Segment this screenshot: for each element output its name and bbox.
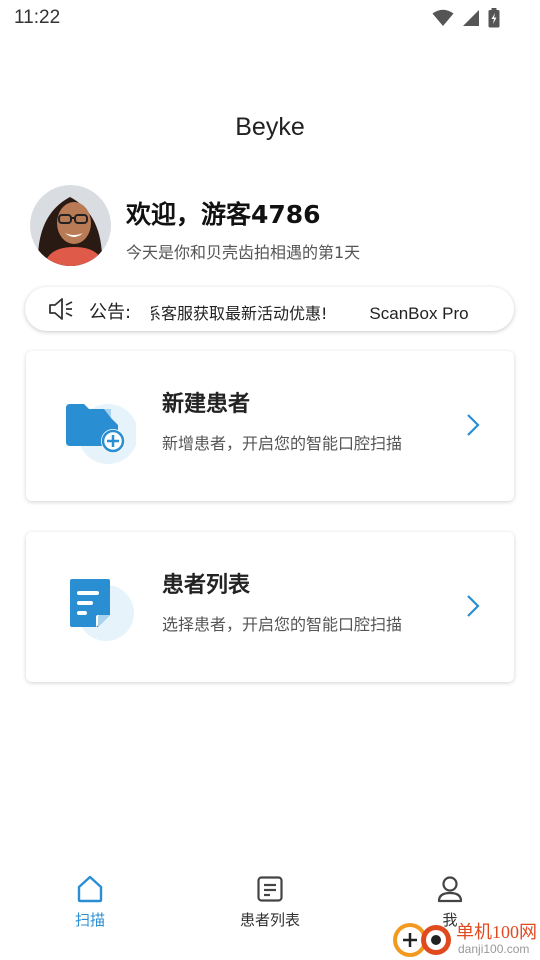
watermark: 单机100网 danji100.com <box>390 915 540 960</box>
tab-scan-label: 扫描 <box>74 911 105 929</box>
patient-list-title: 患者列表 <box>162 573 251 598</box>
notice-text-secondary: ScanBox Pro <box>369 304 469 323</box>
list-icon <box>257 876 283 902</box>
home-icon <box>77 875 103 903</box>
watermark-name: 单机100网 <box>456 922 537 942</box>
status-bar: 11:22 <box>0 0 540 36</box>
chevron-right-icon <box>467 595 480 617</box>
patient-list-card[interactable]: 患者列表 选择患者，开启您的智能口腔扫描 <box>26 532 514 682</box>
new-patient-card[interactable]: 新建患者 新增患者，开启您的智能口腔扫描 <box>26 351 514 501</box>
welcome-subtitle: 今天是你和贝壳齿拍相遇的第1天 <box>126 243 361 262</box>
speaker-icon <box>49 298 73 320</box>
new-patient-title: 新建患者 <box>162 392 251 417</box>
status-time: 11:22 <box>14 7 61 28</box>
tab-scan[interactable]: 扫描 <box>30 874 150 930</box>
watermark-url: danji100.com <box>458 942 530 956</box>
tab-patient-list-label: 患者列表 <box>239 911 300 929</box>
notice-text: 系客服获取最新活动优惠! <box>151 304 328 323</box>
notice-label: 公告: <box>89 302 132 323</box>
wifi-icon <box>432 9 454 26</box>
new-patient-subtitle: 新增患者，开启您的智能口腔扫描 <box>162 434 403 453</box>
chevron-right-icon <box>467 414 480 436</box>
patient-list-subtitle: 选择患者，开启您的智能口腔扫描 <box>162 615 403 634</box>
app-title: Beyke <box>235 113 305 141</box>
status-icons <box>432 8 500 28</box>
watermark-logo-icon <box>393 923 451 957</box>
tab-patient-list[interactable]: 患者列表 <box>210 874 330 930</box>
battery-charging-icon <box>488 8 500 28</box>
notice-marquee: 系客服获取最新活动优惠! ScanBox Pro <box>151 287 514 331</box>
new-folder-icon <box>66 404 136 464</box>
avatar[interactable] <box>30 185 111 266</box>
user-icon <box>437 876 463 903</box>
cellular-signal-icon <box>463 10 479 26</box>
notice-bar[interactable]: 公告: 系客服获取最新活动优惠! ScanBox Pro <box>25 287 514 331</box>
welcome-title: 欢迎，游客4786 <box>126 200 321 229</box>
document-list-icon <box>70 579 134 641</box>
